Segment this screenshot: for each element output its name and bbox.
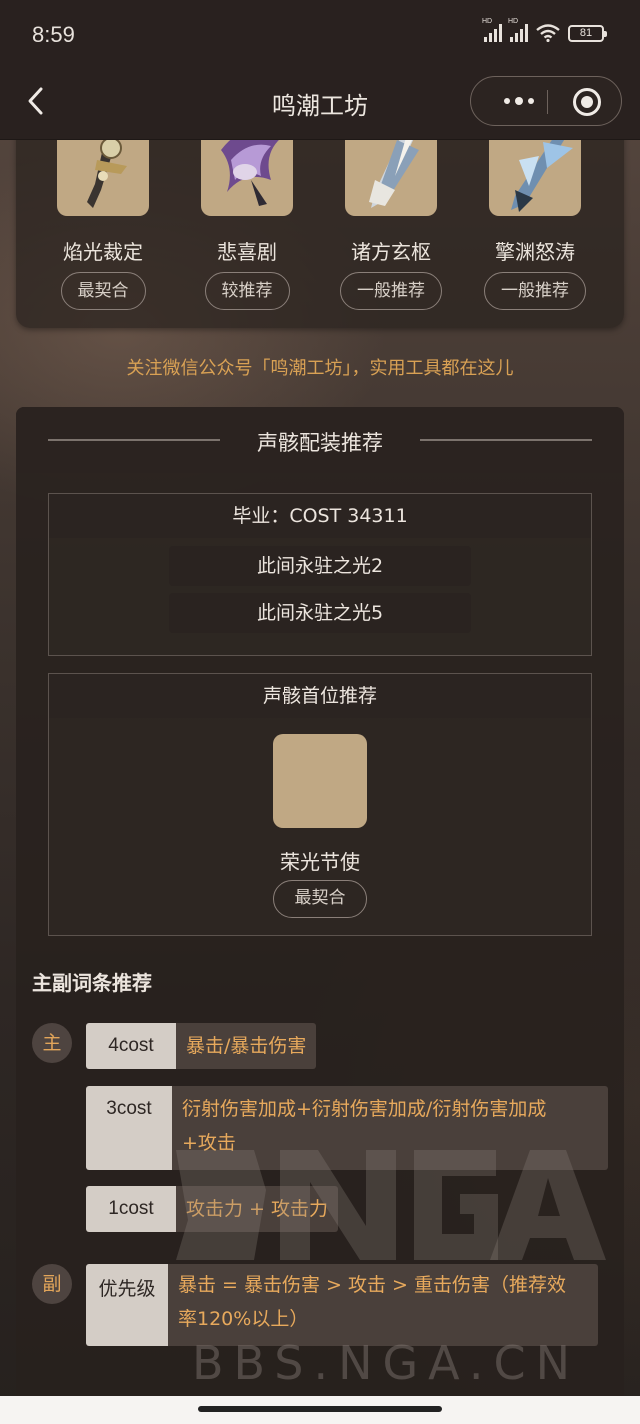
stat-value-line: 率120%以上） <box>178 1308 309 1330</box>
battery-icon: 81 <box>568 24 607 42</box>
graduation-build-box: 毕业：COST 34311 此间永驻之光2 此间永驻之光5 <box>48 493 592 656</box>
weapon-name: 擎渊怒涛 <box>495 240 575 264</box>
echo-build-section: 声骸配装推荐 毕业：COST 34311 此间永驻之光2 此间永驻之光5 声骸首… <box>16 407 624 1424</box>
signal-icon: HD <box>508 18 528 42</box>
stat-value: 暴击 = 暴击伤害 > 攻击 > 重击伤害（推荐效 率120%以上） <box>168 1264 598 1346</box>
main-stat-badge: 主 <box>32 1023 72 1063</box>
section-title: 声骸配装推荐 <box>257 431 383 455</box>
status-time: 8:59 <box>32 22 75 47</box>
sub-stat-badge: 副 <box>32 1264 72 1304</box>
weapon-tag: 一般推荐 <box>484 272 586 310</box>
status-bar: 8:59 HD HD 81 <box>0 0 640 62</box>
weapon-name: 诸方玄枢 <box>351 240 431 264</box>
weapon-recommendations: 焰光裁定 最契合 悲喜剧 较推荐 诸方玄枢 一般推荐 擎渊怒涛 一般推荐 <box>16 120 624 328</box>
main-stat-row: 1cost 攻击力 + 攻击力 <box>86 1186 338 1232</box>
sub-stat-row: 优先级 暴击 = 暴击伤害 > 攻击 > 重击伤害（推荐效 率120%以上） <box>86 1264 598 1346</box>
stats-title: 主副词条推荐 <box>32 971 152 995</box>
signal-icon: HD <box>482 18 502 42</box>
weapon-tag: 一般推荐 <box>340 272 442 310</box>
home-indicator[interactable] <box>198 1406 442 1412</box>
capsule-divider <box>547 90 548 114</box>
cost-label: 4cost <box>86 1023 176 1069</box>
weapon-name: 悲喜剧 <box>217 240 277 264</box>
cost-label: 1cost <box>86 1186 176 1232</box>
stat-value-line: 衍射伤害加成+衍射伤害加成/衍射伤害加成 <box>182 1098 547 1120</box>
miniprogram-capsule <box>470 76 622 126</box>
weapon-tag: 最契合 <box>60 272 146 310</box>
more-dots-icon <box>504 98 510 104</box>
stat-value: 攻击力 + 攻击力 <box>176 1186 338 1232</box>
more-options-button[interactable] <box>491 77 547 125</box>
weapon-item[interactable]: 诸方玄枢 一般推荐 <box>336 120 446 310</box>
stat-value: 暴击/暴击伤害 <box>176 1023 317 1069</box>
weapon-tag: 较推荐 <box>204 272 290 310</box>
weapon-name: 焰光裁定 <box>63 240 143 264</box>
echo-image[interactable] <box>273 734 367 828</box>
echo-tag: 最契合 <box>273 880 367 918</box>
stat-value-line: 暴击 = 暴击伤害 > 攻击 > 重击伤害（推荐效 <box>178 1274 566 1296</box>
wifi-icon <box>536 24 560 43</box>
header-divider <box>420 439 592 441</box>
cost-label: 3cost <box>86 1086 172 1170</box>
section-header: 声骸配装推荐 <box>16 407 624 473</box>
main-stat-row: 3cost 衍射伤害加成+衍射伤害加成/衍射伤害加成 +攻击 <box>86 1086 608 1170</box>
first-slot-box: 声骸首位推荐 荣光节使 最契合 <box>48 673 592 936</box>
priority-label: 优先级 <box>86 1264 168 1346</box>
nav-bar: 鸣潮工坊 <box>0 62 640 140</box>
home-bar-area <box>0 1396 640 1424</box>
promo-text: 关注微信公众号「鸣潮工坊」，实用工具都在这儿 <box>126 358 514 379</box>
first-slot-title: 声骸首位推荐 <box>49 674 591 718</box>
echo-set-item[interactable]: 此间永驻之光5 <box>169 593 471 633</box>
graduation-title: 毕业：COST 34311 <box>49 494 591 538</box>
echo-set-item[interactable]: 此间永驻之光2 <box>169 546 471 586</box>
status-icons: HD HD 81 <box>482 18 607 43</box>
stat-value: 衍射伤害加成+衍射伤害加成/衍射伤害加成 +攻击 <box>172 1086 608 1170</box>
weapon-item[interactable]: 擎渊怒涛 一般推荐 <box>480 120 590 310</box>
close-miniprogram-button[interactable] <box>573 88 601 116</box>
stat-value-line: +攻击 <box>182 1132 236 1154</box>
weapon-item[interactable]: 悲喜剧 较推荐 <box>192 120 302 310</box>
main-stat-row: 4cost 暴击/暴击伤害 <box>86 1023 317 1069</box>
echo-name: 荣光节使 <box>280 850 360 874</box>
weapon-item[interactable]: 焰光裁定 最契合 <box>48 120 158 310</box>
